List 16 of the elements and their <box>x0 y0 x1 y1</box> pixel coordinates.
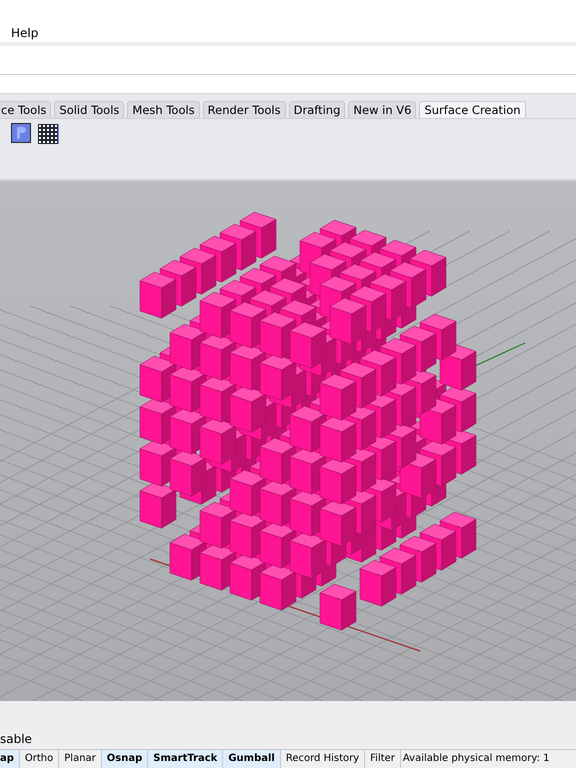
toolbar-tab[interactable]: Mesh Tools <box>127 101 200 118</box>
menu-item[interactable]: Help <box>11 26 38 40</box>
toolbar-tab[interactable]: Render Tools <box>202 101 286 118</box>
memory-status: Available physical memory: 1 <box>402 752 551 766</box>
surface-icon[interactable] <box>11 123 31 143</box>
status-toggle[interactable]: SmartTrack <box>148 750 224 768</box>
toolbar-tab[interactable]: ce Tools <box>0 101 52 118</box>
grid-icon[interactable] <box>37 123 60 145</box>
command-history-text: sable <box>0 732 32 746</box>
toolbar-tab[interactable]: New in V6 <box>348 101 416 118</box>
status-toggle[interactable]: ap <box>0 750 20 768</box>
toolbar-tab[interactable]: Drafting <box>288 101 346 118</box>
status-toggle[interactable]: Gumball <box>223 750 281 768</box>
toolbar-tab[interactable]: Solid Tools <box>54 101 124 118</box>
toolbar-tab[interactable]: Surface Creation <box>419 101 526 118</box>
status-toggle[interactable]: Osnap <box>102 750 148 768</box>
